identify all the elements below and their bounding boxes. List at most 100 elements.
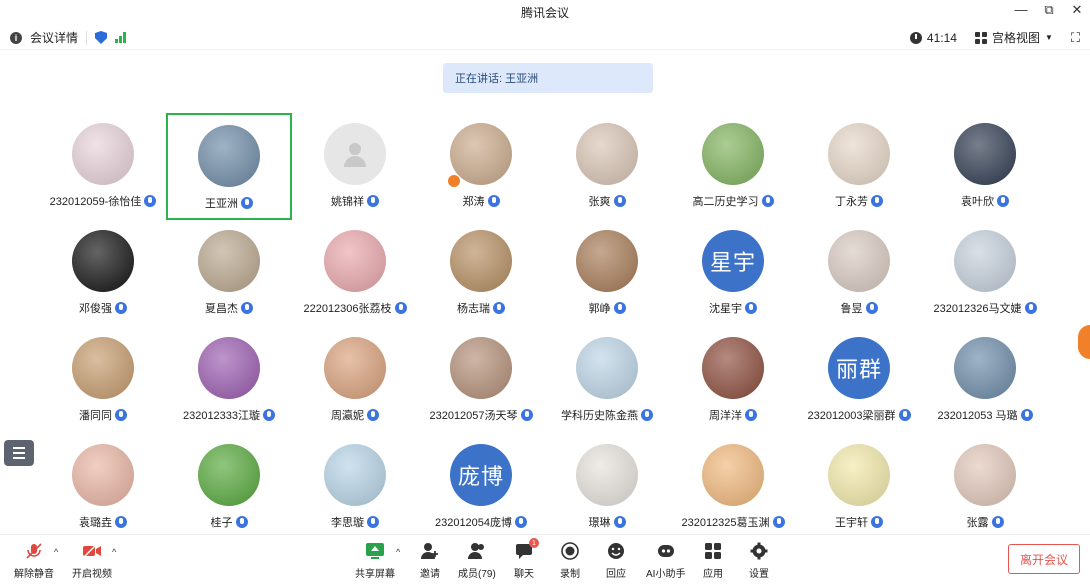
mic-status-icon [263,409,276,421]
leave-label: 离开会议 [1019,552,1068,567]
participant-tile[interactable]: 邓俊强 [40,220,166,327]
participant-tile[interactable]: 王宇轩 [796,434,922,541]
record-button[interactable]: 录制 [560,541,580,580]
participant-tile[interactable]: 潘同同 [40,327,166,434]
avatar-photo [72,230,134,292]
apps-button[interactable]: 应用 [703,541,723,580]
leave-meeting-button[interactable]: 离开会议 [1008,544,1080,574]
participant-tile[interactable]: 232012057汤天琴 [418,327,544,434]
grid-view-icon [974,31,987,44]
mic-status-icon [613,516,626,528]
chat-button[interactable]: 1 聊天 [514,538,539,580]
participant-name-row: 222012306张荔枝 [303,300,407,316]
speaking-text: 正在讲话: 王亚洲 [455,73,539,85]
meeting-toolbar: 解除静音 ^ 开启视频 ^ 共享屏幕 ^ 邀请 成员(79) 1 聊天 录制 回… [0,534,1090,585]
participant-tile[interactable]: 232012059-徐怡佳 [40,113,166,220]
participant-tile[interactable]: 232012326马文婕 [922,220,1048,327]
mic-status-icon [991,516,1004,528]
participant-tile[interactable]: 张爽 [544,113,670,220]
divider [86,30,88,45]
floating-edge-button[interactable] [1078,325,1090,359]
participant-name-row: 郭峥 [589,300,626,316]
invite-button[interactable]: 邀请 [420,541,440,580]
participant-tile[interactable]: 袁璐垚 [40,434,166,541]
avatar-photo [576,444,638,506]
participant-tile[interactable]: 丽群 232012003梁丽群 [796,327,922,434]
participant-tile[interactable]: 高二历史学习 [670,113,796,220]
avatar [72,123,134,185]
participant-tile[interactable]: 王亚洲 [166,113,292,220]
mic-status-icon [367,516,379,528]
participant-tile[interactable]: 232012325葛玉渊 [670,434,796,541]
camera-off-icon [82,541,102,561]
participant-tile[interactable]: 鲁昱 [796,220,922,327]
participant-tile[interactable]: 学科历史陈金燕 [544,327,670,434]
audio-options-caret[interactable]: ^ [54,547,58,557]
participant-tile[interactable]: 周瀛妮 [292,327,418,434]
avatar-photo [954,444,1016,506]
security-shield-icon[interactable] [95,31,108,44]
participant-list-toggle[interactable] [4,440,34,466]
participant-name: 王宇轩 [835,517,868,529]
video-options-caret[interactable]: ^ [112,547,116,557]
start-video-button[interactable]: 开启视频 [72,541,112,580]
share-options-caret[interactable]: ^ [396,547,400,557]
participant-name-row: 232012053 马璐 [937,407,1033,423]
participant-name: 沈星宇 [709,303,742,315]
participant-tile[interactable]: 桂子 [166,434,292,541]
participant-tile[interactable]: 222012306张荔枝 [292,220,418,327]
participant-tile[interactable]: 232012053 马璐 [922,327,1048,434]
participant-name: 张爽 [588,196,611,208]
participant-tile[interactable]: 丁永芳 [796,113,922,220]
participant-tile[interactable]: 郭峥 [544,220,670,327]
avatar: 星宇 [702,230,764,292]
reactions-button[interactable]: 回应 [606,541,626,580]
minimize-button[interactable]: — [1014,2,1028,18]
reactions-label: 回应 [606,569,626,580]
participant-tile[interactable]: 郑涛 [418,113,544,220]
ai-assistant-button[interactable]: AI小助手 [646,541,685,580]
meeting-window: 腾讯会议 — ⧉ ✕ i 会议详情 41:14 宫格视图 ▼ ⛶ 正在讲话: 王… [0,0,1090,585]
avatar-photo [72,444,134,506]
mic-status-icon [1020,409,1033,421]
network-signal-icon[interactable] [115,32,127,43]
participant-tile[interactable]: 星宇 沈星宇 [670,220,796,327]
avatar-text: 星宇 [709,250,756,275]
mic-status-icon [772,516,785,528]
participant-tile[interactable]: 袁叶欣 [922,113,1048,220]
view-mode-button[interactable]: 宫格视图 ▼ [974,29,1053,46]
fullscreen-icon[interactable]: ⛶ [1071,30,1080,46]
participant-tile[interactable]: 夏昌杰 [166,220,292,327]
avatar-photo [450,123,512,185]
avatar-photo [702,123,764,185]
avatar [72,444,134,506]
unmute-button[interactable]: 解除静音 [14,541,54,580]
restore-button[interactable]: ⧉ [1042,2,1056,18]
avatar [324,230,386,292]
participant-name-row: 沈星宇 [709,300,757,316]
participant-name: 桂子 [210,517,233,529]
participant-name-row: 鲁昱 [841,300,878,316]
participant-tile[interactable]: 姚锦祥 [292,113,418,220]
close-button[interactable]: ✕ [1070,2,1084,18]
participant-tile[interactable]: 232012333江璇 [166,327,292,434]
settings-button[interactable]: 设置 [749,541,769,580]
participant-name-row: 姚锦祥 [331,193,379,209]
participant-tile[interactable]: 杨志瑞 [418,220,544,327]
share-screen-button[interactable]: 共享屏幕 [355,541,395,580]
participant-tile[interactable]: 李思璇 [292,434,418,541]
avatar: 丽群 [828,337,890,399]
participant-tile[interactable]: 张露 [922,434,1048,541]
timer-text: 41:14 [926,30,957,45]
meeting-info-button[interactable]: 会议详情 [30,29,78,46]
avatar [954,444,1016,506]
participant-tile[interactable]: 庞博 232012054庞博 [418,434,544,541]
avatar-photo [576,230,638,292]
participant-name-row: 李思璇 [331,514,379,530]
participant-tile[interactable]: 周洋洋 [670,327,796,434]
unmute-label: 解除静音 [14,569,54,580]
participant-tile[interactable]: 璟琳 [544,434,670,541]
mic-status-icon [241,302,253,314]
members-button[interactable]: 成员(79) [458,541,496,580]
participant-name: 王亚洲 [205,198,238,210]
